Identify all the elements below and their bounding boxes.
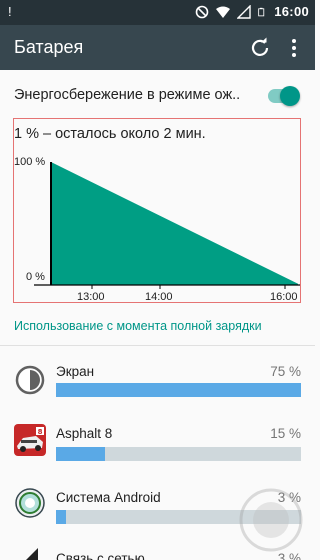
refresh-icon[interactable]	[249, 37, 271, 59]
android-system-icon	[15, 488, 45, 518]
battery-saver-label: Энергосбережение в режиме ож..	[14, 87, 241, 103]
screen-brightness-icon	[15, 365, 45, 395]
app-name: Экран	[56, 364, 95, 379]
battery-chart	[34, 162, 300, 289]
battery-saver-toggle[interactable]	[268, 86, 300, 106]
battery-icon	[258, 7, 265, 16]
cell-standby-icon	[26, 548, 38, 560]
app-bar: Батарея	[0, 25, 315, 70]
usage-bar-fill	[56, 510, 66, 524]
usage-bar-fill	[56, 447, 105, 461]
usage-bar-fill	[56, 383, 301, 397]
notification-icon: !	[8, 4, 12, 19]
app-name: Система Android	[56, 490, 161, 505]
app-percent: 75 %	[270, 364, 301, 379]
status-time: 16:00	[274, 4, 309, 19]
x-tick-label: 14:00	[145, 291, 173, 303]
app-percent: 15 %	[270, 426, 301, 441]
svg-text:8: 8	[38, 428, 43, 436]
app-name: Связь с сетью	[56, 551, 145, 560]
signal-icon	[237, 4, 251, 19]
more-vert-icon[interactable]	[286, 37, 302, 59]
battery-level-area	[51, 162, 298, 285]
battery-history-graph[interactable]: 1 % – осталось около 2 мин. 100 % 0 % 13…	[13, 118, 301, 303]
page-title: Батарея	[14, 37, 84, 57]
usage-bar-track	[56, 447, 301, 461]
app-name: Asphalt 8	[56, 426, 113, 441]
wifi-icon	[216, 6, 231, 18]
app-usage-item-asphalt[interactable]: 8 Asphalt 8 15 %	[0, 412, 315, 474]
status-bar: ! 16:00	[0, 0, 315, 25]
asphalt-8-app-icon: 8	[14, 424, 46, 456]
y-tick-label-bottom: 0 %	[26, 271, 45, 283]
x-tick-label: 13:00	[77, 291, 105, 303]
usage-since-full-charge-header: Использование с момента полной зарядки	[14, 319, 262, 333]
y-tick-label-top: 100 %	[14, 156, 46, 168]
app-usage-item-screen[interactable]: Экран 75 %	[0, 350, 315, 412]
toggle-thumb	[280, 86, 300, 106]
divider	[0, 345, 315, 346]
do-not-disturb-icon	[195, 5, 209, 18]
watermark-logo	[239, 488, 303, 552]
usage-bar-track	[56, 383, 301, 397]
x-tick-label: 16:00	[270, 291, 298, 303]
